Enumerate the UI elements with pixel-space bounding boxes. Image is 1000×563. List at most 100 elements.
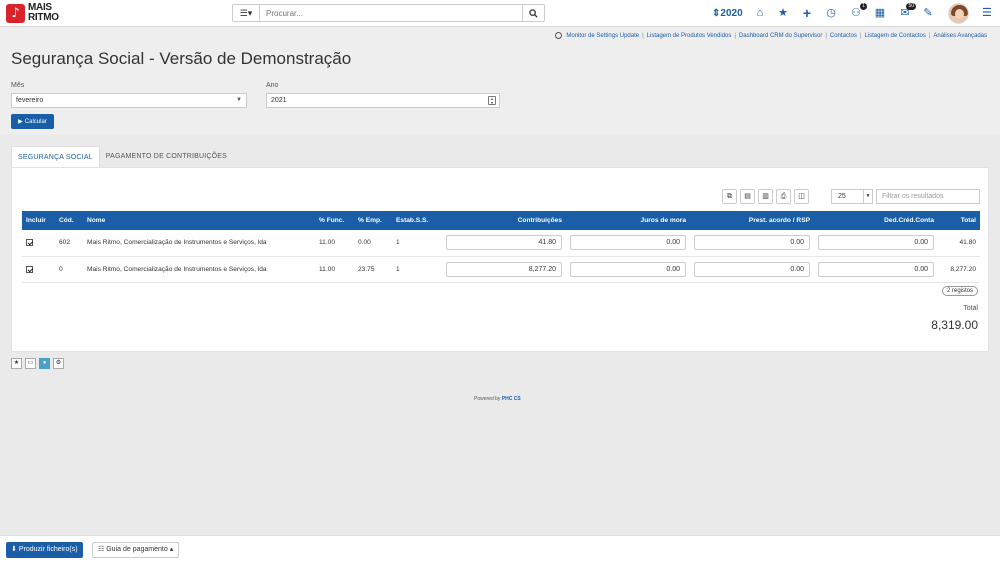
col-prest[interactable]: Prest. acordo / RSP [690, 211, 814, 230]
list-icon: ☰▾ [239, 7, 253, 18]
link-contactos[interactable]: Contactos [830, 33, 857, 39]
link-dashboard[interactable]: Dashboard CRM do Supervisor [739, 33, 822, 39]
link-listagem-contactos[interactable]: Listagem de Contactos [864, 33, 925, 39]
table-row: 0 Mais Ritmo, Comercialização de Instrum… [22, 256, 980, 283]
messages-icon[interactable]: ✉ 50 [899, 3, 916, 19]
home-icon[interactable]: ⌂ [754, 7, 766, 19]
col-contribuicoes[interactable]: Contribuições [442, 211, 566, 230]
page-size-select[interactable]: 25 ▼ [831, 189, 873, 204]
cell-nome: Mais Ritmo, Comercialização de Instrumen… [83, 230, 315, 257]
info-icon[interactable]: ● [39, 358, 50, 369]
monitor-icon[interactable]: ▭ [25, 358, 36, 369]
star-icon[interactable]: ★ [777, 7, 789, 19]
logo[interactable]: ♪ MAIS RITMO [6, 3, 59, 23]
ded-input[interactable]: 0.00 [818, 261, 934, 277]
cell-total: 8,277.20 [938, 256, 980, 283]
col-total[interactable]: Total [938, 211, 980, 230]
columns-icon[interactable]: ◫ [794, 189, 809, 204]
grid-toolbar: ⧉ ▤ ▥ ⎙ ◫ [719, 189, 809, 204]
link-analises[interactable]: Análises Avançadas [933, 33, 987, 39]
cell-cod: 0 [55, 256, 83, 283]
logo-line2: RITMO [28, 12, 59, 23]
col-incluir[interactable]: Incluir [22, 211, 55, 230]
cell-total: 41.80 [938, 230, 980, 257]
ano-field[interactable]: 2021 ▴ ▾ [266, 93, 500, 108]
incluir-checkbox[interactable] [26, 265, 33, 273]
ano-label: Ano [266, 82, 279, 89]
caret-down-icon: ▼ [236, 97, 242, 103]
print-icon[interactable]: ⎙ [776, 189, 791, 204]
ded-input[interactable]: 0.00 [818, 235, 934, 251]
top-bar: ♪ MAIS RITMO ☰▾ ⇕2020 ⌂ ★ + ◷ ⚇1 ▦ ✉50 ✎… [0, 0, 1000, 27]
search-input[interactable] [260, 4, 523, 22]
clock-icon [555, 32, 563, 39]
filter-input[interactable]: Filtrar os resultados [876, 189, 980, 204]
hamburger-menu-icon[interactable]: ☰ [982, 7, 994, 19]
col-estab[interactable]: Estab.S.S. [392, 211, 442, 230]
music-note-icon: ♪ [6, 3, 25, 23]
contribuicoes-input[interactable]: 8,277.20 [446, 261, 562, 277]
record-count-badge: 2 registos [941, 286, 978, 296]
link-monitor[interactable]: Monitor de Settings Update [566, 33, 639, 39]
total-value: 8,319.00 [931, 318, 978, 332]
search-icon [529, 8, 538, 18]
mes-select[interactable]: fevereiro ▼ [11, 93, 247, 108]
clock-icon[interactable]: ◷ [825, 7, 837, 19]
prest-input[interactable]: 0.00 [694, 235, 810, 251]
messages-badge: 50 [906, 3, 916, 10]
users-icon[interactable]: ⚇ 1 [850, 3, 867, 19]
juros-input[interactable]: 0.00 [570, 261, 686, 277]
col-emp[interactable]: % Emp. [354, 211, 392, 230]
juros-input[interactable]: 0.00 [570, 235, 686, 251]
powered-by: Powered by PHC CS [474, 396, 521, 402]
col-cod[interactable]: Cód. [55, 211, 83, 230]
cell-func: 11.00 [315, 230, 354, 257]
cell-cod: 602 [55, 230, 83, 257]
copy-icon[interactable]: ⧉ [722, 189, 737, 204]
search-menu-button[interactable]: ☰▾ [232, 4, 260, 22]
cell-nome: Mais Ritmo, Comercialização de Instrumen… [83, 256, 315, 283]
tab-seguranca-social[interactable]: SEGURANÇA SOCIAL [11, 146, 100, 168]
col-func[interactable]: % Func. [315, 211, 354, 230]
avatar[interactable] [948, 3, 969, 24]
spinner-icon[interactable]: ▴ ▾ [488, 96, 496, 105]
guia-pagamento-button[interactable]: ☷ Guia de pagamento ▴ [92, 542, 180, 558]
table-header: Incluir Cód. Nome % Func. % Emp. Estab.S… [22, 211, 980, 230]
cell-emp: 23.75 [354, 256, 392, 283]
contribuicoes-input[interactable]: 41.80 [446, 235, 562, 251]
phc-brand[interactable]: PHC CS [502, 396, 521, 402]
col-nome[interactable]: Nome [83, 211, 315, 230]
total-label: Total [963, 305, 978, 312]
star-icon[interactable]: ★ [11, 358, 22, 369]
year-selector[interactable]: ⇕2020 [712, 8, 743, 19]
wrench-icon[interactable]: ✎ [922, 7, 934, 19]
excel-icon[interactable]: ▤ [740, 189, 755, 204]
tab-pagamento-contribuicoes[interactable]: PAGAMENTO DE CONTRIBUIÇÕES [100, 146, 233, 168]
page-title: Segurança Social - Versão de Demonstraçã… [11, 49, 352, 68]
gear-icon[interactable]: ⚙ [53, 358, 64, 369]
col-ded[interactable]: Ded.Créd.Conta [814, 211, 938, 230]
calcular-button[interactable]: ▶ Calcular [11, 114, 54, 129]
play-icon: ▶ [18, 119, 23, 125]
caret-down-icon: ▼ [863, 190, 872, 203]
produzir-ficheiros-button[interactable]: ⬇ Produzir ficheiro(s) [6, 542, 83, 558]
prest-input[interactable]: 0.00 [694, 261, 810, 277]
mes-label: Mês [11, 82, 25, 89]
search-button[interactable] [523, 4, 545, 22]
caret-up-icon: ▴ [169, 546, 174, 553]
download-icon: ⬇ [11, 546, 17, 553]
incluir-checkbox[interactable] [26, 239, 33, 247]
footer-bar: ⬇ Produzir ficheiro(s) ☷ Guia de pagamen… [0, 535, 1000, 563]
search-bar: ☰▾ [232, 4, 545, 22]
list-icon: ☷ [98, 546, 105, 553]
quick-links: Monitor de Settings Update | Listagem de … [555, 32, 987, 39]
table-row: 602 Mais Ritmo, Comercialização de Instr… [22, 230, 980, 257]
results-table: Incluir Cód. Nome % Func. % Emp. Estab.S… [22, 211, 980, 283]
plus-icon[interactable]: + [801, 6, 813, 20]
link-produtos[interactable]: Listagem de Produtos Vendidos [647, 33, 732, 39]
col-juros[interactable]: Juros de mora [566, 211, 690, 230]
calendar-icon[interactable]: ▦ [874, 7, 886, 19]
results-panel: ⧉ ▤ ▥ ⎙ ◫ 25 ▼ Filtrar os resultados Incl… [11, 167, 989, 352]
pdf-icon[interactable]: ▥ [758, 189, 773, 204]
cell-estab: 1 [392, 230, 442, 257]
